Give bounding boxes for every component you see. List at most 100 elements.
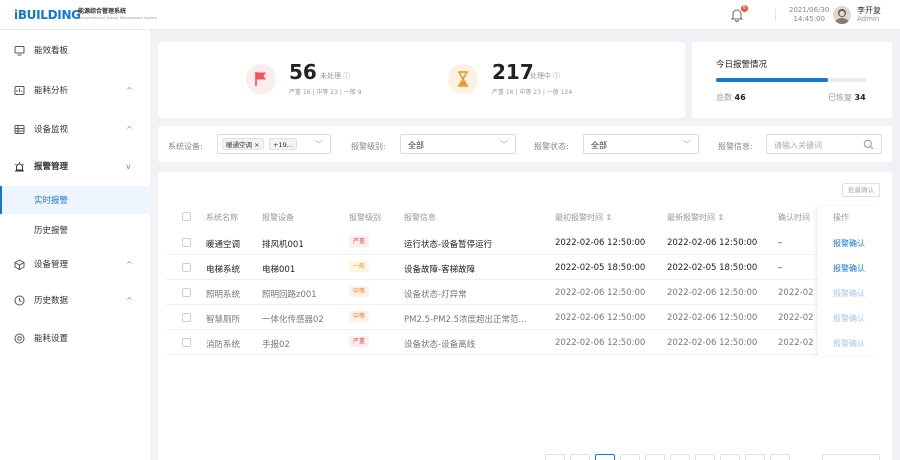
- search-icon[interactable]: [863, 139, 874, 150]
- cell-device: 手报02: [262, 340, 290, 350]
- column-header-sortable[interactable]: 最初报警时间 ⇕: [555, 212, 612, 223]
- sidebar-item-dashboard[interactable]: 能效看板: [0, 36, 150, 64]
- page-button[interactable]: [720, 454, 740, 460]
- page-button[interactable]: [645, 454, 665, 460]
- cell-confirm-time: 2022-02: [778, 288, 814, 298]
- cell-confirm-time: 2022-02: [778, 313, 814, 323]
- hourglass-icon: [458, 71, 468, 87]
- batch-confirm-button[interactable]: 批量确认: [842, 183, 880, 197]
- medium-count: 中等 23: [519, 89, 541, 96]
- level-badge: 中等: [349, 286, 370, 297]
- status-filter-select[interactable]: 全部 ﹀: [583, 134, 699, 154]
- processing-icon-wrap: [448, 64, 478, 94]
- cell-device: 一体化传感器02: [262, 315, 324, 325]
- cell-info: 设备故障-客梯故障: [404, 265, 476, 275]
- page-size-select[interactable]: [822, 454, 880, 460]
- page-button[interactable]: [670, 454, 690, 460]
- info-search-input[interactable]: 请输入关键词: [766, 134, 882, 154]
- confirm-alarm-button[interactable]: 报警确认: [833, 238, 865, 249]
- cell-latest-time: 2022-02-06 12:50:00: [667, 338, 758, 348]
- page-button[interactable]: [695, 454, 715, 460]
- confirm-alarm-button[interactable]: 报警确认: [833, 263, 865, 274]
- date-text: 2021/06/30: [789, 6, 830, 14]
- confirm-alarm-button-disabled: 报警确认: [833, 289, 865, 298]
- cell-first-time: 2022-02-05 18:50:00: [555, 263, 646, 273]
- row-checkbox[interactable]: [182, 313, 191, 322]
- page-button[interactable]: [745, 454, 765, 460]
- page-button[interactable]: [570, 454, 590, 460]
- chevron-up-icon: ^: [126, 124, 133, 134]
- sidebar-item-alarm-management[interactable]: 报警管理 v: [0, 152, 150, 180]
- sidebar-item-energy-settings[interactable]: 能耗设置: [0, 324, 150, 352]
- cell-info: 设备状态-灯异常: [404, 290, 467, 300]
- sidebar-item-device-monitoring[interactable]: 设备监视 ^: [0, 115, 150, 143]
- sidebar-item-energy-analysis[interactable]: 能耗分析 ^: [0, 76, 150, 104]
- level-filter-label: 报警级别:: [351, 142, 386, 151]
- sidebar: 能效看板 能耗分析 ^ 设备监视 ^ 报警管理 v 实时报警 历史报警 设备管理…: [0, 30, 150, 460]
- level-badge: 严重: [349, 236, 370, 247]
- status-filter-label: 报警状态:: [534, 142, 569, 151]
- column-header: 报警信息: [404, 213, 436, 222]
- top-bar: iBUILDING 能源综合管理系统 Comprehensive Energy …: [0, 0, 900, 30]
- row-checkbox[interactable]: [182, 338, 191, 347]
- page-next-button[interactable]: [770, 454, 790, 460]
- level-filter-select[interactable]: 全部 ﹀: [400, 134, 516, 154]
- device-more-tag: +19...: [269, 138, 297, 150]
- page-button[interactable]: [620, 454, 640, 460]
- row-checkbox[interactable]: [182, 288, 191, 297]
- divider: [775, 9, 776, 21]
- grid-icon: [14, 124, 25, 134]
- sidebar-item-device-management[interactable]: 设备管理 ^: [0, 250, 150, 278]
- operation-column: 操作 报警确认 报警确认 报警确认 报警确认 报警确认: [818, 206, 882, 356]
- chevron-down-icon: ﹀: [500, 140, 508, 149]
- logo[interactable]: iBUILDING: [14, 8, 81, 22]
- user-info[interactable]: 李开复 Admin: [857, 6, 881, 24]
- sidebar-item-label: 设备管理: [34, 260, 69, 270]
- cell-info: PM2.5-PM2.5浓度超出正常范...: [404, 315, 527, 325]
- general-count: 一般 124: [546, 89, 573, 96]
- chart-icon: [14, 85, 25, 95]
- sidebar-item-history-data[interactable]: 历史数据 ^: [0, 286, 150, 314]
- table-row: 消防系统 手报02 严重 设备状态-设备离线 2022-02-06 12:50:…: [166, 330, 882, 355]
- unprocessed-label: 未处理 ⓘ: [320, 72, 351, 80]
- time-text: 14:45:00: [793, 15, 825, 23]
- alarm-icon: [15, 161, 24, 171]
- column-header: 报警设备: [262, 213, 294, 222]
- sidebar-item-realtime-alarm[interactable]: 实时报警: [0, 186, 150, 214]
- severe-count: 严重 16: [492, 89, 514, 96]
- unprocessed-icon-wrap: [246, 64, 276, 94]
- settings-icon: [14, 333, 25, 343]
- cell-latest-time: 2022-02-06 12:50:00: [667, 313, 758, 323]
- cell-first-time: 2022-02-06 12:50:00: [555, 338, 646, 348]
- device-filter-label: 系统设备:: [168, 142, 203, 151]
- page-button-active[interactable]: [595, 454, 615, 460]
- device-filter-select[interactable]: 暖通空调 × +19... ﹀: [217, 134, 331, 154]
- confirm-alarm-button-disabled: 报警确认: [833, 314, 865, 323]
- cell-info: 设备状态-设备离线: [404, 340, 476, 350]
- sidebar-item-history-alarm[interactable]: 历史报警: [0, 216, 150, 244]
- cell-latest-time: 2022-02-06 12:50:00: [667, 238, 758, 248]
- cell-system: 暖通空调: [206, 240, 241, 250]
- sidebar-item-label: 历史报警: [34, 226, 69, 236]
- select-all-checkbox[interactable]: [182, 212, 191, 221]
- today-total-value: 46: [734, 93, 746, 102]
- column-header-sortable[interactable]: 最新报警时间 ⇕: [667, 212, 724, 223]
- sidebar-item-label: 能耗设置: [34, 334, 69, 344]
- processing-breakdown: 严重 16 | 中等 23 | 一般 124: [492, 89, 573, 96]
- datetime: 2021/06/30 14:45:00: [789, 6, 829, 24]
- device-tag[interactable]: 暖通空调 ×: [222, 138, 264, 150]
- page-prev-button[interactable]: [545, 454, 565, 460]
- system-name-cn: 能源综合管理系统: [78, 8, 127, 15]
- sidebar-item-label: 历史数据: [34, 296, 69, 306]
- clock-icon: [14, 295, 25, 305]
- processing-label-text: 处理中: [530, 72, 551, 80]
- today-recovered-value: 34: [854, 93, 866, 102]
- cell-device: 电梯001: [262, 265, 296, 275]
- cell-confirm-time: 2022-02: [778, 338, 814, 348]
- row-checkbox[interactable]: [182, 263, 191, 272]
- chevron-down-icon: v: [126, 161, 131, 171]
- cube-icon: [14, 258, 25, 270]
- chevron-up-icon: ^: [126, 85, 133, 95]
- avatar[interactable]: [833, 6, 851, 24]
- row-checkbox[interactable]: [182, 238, 191, 247]
